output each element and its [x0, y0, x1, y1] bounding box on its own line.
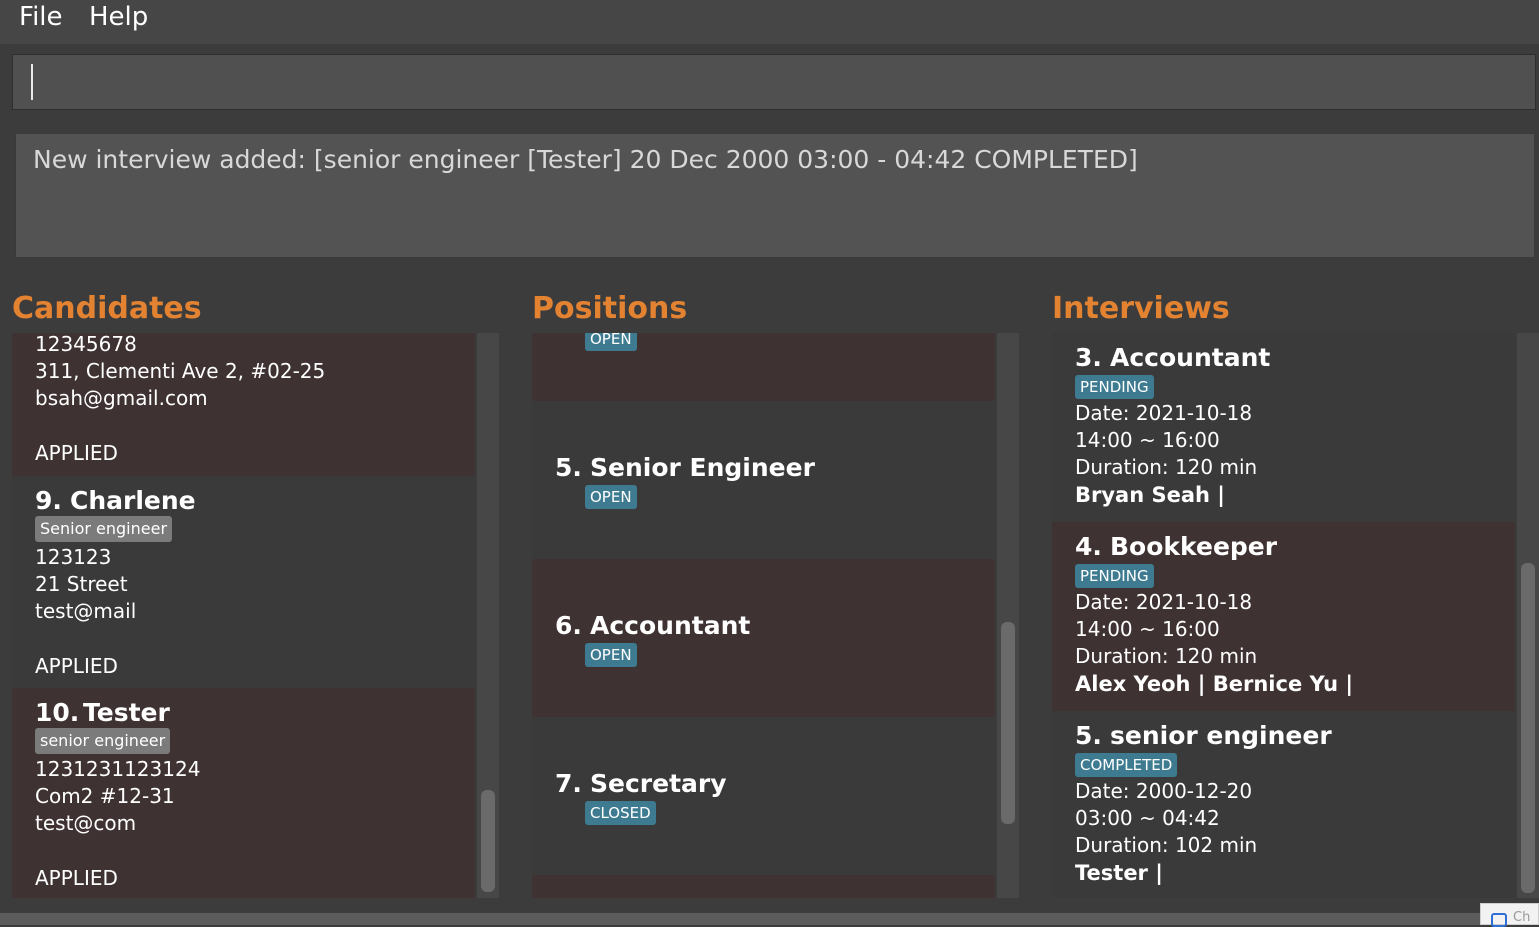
position-index: 6. — [555, 611, 582, 640]
candidate-email: bsah@gmail.com — [35, 386, 208, 410]
interview-candidates: Tester | — [1075, 861, 1163, 885]
candidates-scrollbar[interactable] — [477, 333, 499, 898]
interview-candidates: Alex Yeoh | Bernice Yu | — [1075, 672, 1354, 696]
interview-duration: Duration: 120 min — [1075, 644, 1258, 668]
positions-scroll-thumb[interactable] — [1001, 622, 1015, 824]
position-status: OPEN — [585, 333, 637, 351]
candidate-index: 9. — [35, 486, 62, 515]
interview-status: PENDING — [1075, 564, 1154, 588]
result-display: New interview added: [senior engineer [T… — [15, 133, 1535, 258]
positions-scrollbar[interactable] — [997, 333, 1019, 898]
candidate-status: APPLIED — [35, 441, 118, 465]
interview-title: Accountant — [1110, 343, 1271, 372]
candidate-name: Charlene — [70, 486, 196, 515]
positions-title: Positions — [532, 291, 688, 326]
interviews-title: Interviews — [1052, 291, 1230, 326]
interview-card[interactable]: 3. Accountant PENDING Date: 2021-10-18 1… — [1052, 333, 1515, 522]
interview-time: 14:00 ~ 16:00 — [1075, 428, 1220, 452]
candidate-address: Com2 #12-31 — [35, 784, 175, 808]
position-card[interactable]: 6. Accountant OPEN — [532, 559, 995, 717]
interview-index: 3. — [1075, 343, 1102, 372]
candidates-list[interactable]: 12345678 311, Clementi Ave 2, #02-25 bsa… — [12, 333, 499, 898]
status-bar — [0, 913, 1539, 925]
position-card[interactable]: OPEN — [532, 333, 995, 401]
interview-time: 03:00 ~ 04:42 — [1075, 806, 1220, 830]
candidate-card[interactable]: 9. Charlene Senior engineer 123123 21 St… — [12, 476, 475, 688]
result-message: New interview added: [senior engineer [T… — [33, 145, 1138, 174]
candidate-email: test@mail — [35, 599, 137, 623]
interview-title: senior engineer — [1110, 721, 1332, 750]
interviews-scrollbar[interactable] — [1517, 333, 1539, 898]
candidate-phone: 1231231123124 — [35, 757, 201, 781]
command-input[interactable] — [12, 54, 1536, 110]
interview-status: COMPLETED — [1075, 753, 1178, 777]
position-title: Senior Engineer — [590, 453, 815, 482]
interview-title: Bookkeeper — [1110, 532, 1278, 561]
candidate-position-tag: senior engineer — [35, 728, 171, 754]
interview-date: Date: 2000-12-20 — [1075, 779, 1253, 803]
candidate-address: 21 Street — [35, 572, 128, 596]
position-title: Secretary — [590, 769, 727, 798]
position-card[interactable]: 7. Secretary CLOSED — [532, 717, 995, 875]
menu-bar: File Help — [0, 0, 1539, 44]
interview-duration: Duration: 120 min — [1075, 455, 1258, 479]
text-cursor — [31, 64, 33, 100]
interview-duration: Duration: 102 min — [1075, 833, 1258, 857]
candidate-name: Tester — [83, 698, 170, 727]
candidate-address: 311, Clementi Ave 2, #02-25 — [35, 359, 326, 383]
candidate-status: APPLIED — [35, 866, 118, 890]
interview-card[interactable]: 5. senior engineer COMPLETED Date: 2000-… — [1052, 711, 1515, 898]
position-status: OPEN — [585, 485, 637, 509]
interview-card[interactable]: 4. Bookkeeper PENDING Date: 2021-10-18 1… — [1052, 522, 1515, 711]
interview-index: 5. — [1075, 721, 1102, 750]
taskbar-popup[interactable]: Ch — [1480, 903, 1539, 927]
interview-date: Date: 2021-10-18 — [1075, 401, 1253, 425]
position-title: Accountant — [590, 611, 751, 640]
interview-date: Date: 2021-10-18 — [1075, 590, 1253, 614]
candidate-phone: 12345678 — [35, 333, 137, 356]
candidate-status: APPLIED — [35, 654, 118, 678]
interview-candidates: Bryan Seah | — [1075, 483, 1225, 507]
menu-file[interactable]: File — [19, 2, 63, 32]
interviews-scroll-thumb[interactable] — [1521, 563, 1535, 893]
candidates-title: Candidates — [12, 291, 202, 326]
interviews-list[interactable]: 3. Accountant PENDING Date: 2021-10-18 1… — [1052, 333, 1539, 898]
interview-status: PENDING — [1075, 375, 1154, 399]
candidates-scroll-thumb[interactable] — [481, 790, 495, 892]
candidate-phone: 123123 — [35, 545, 112, 569]
interview-index: 4. — [1075, 532, 1102, 561]
position-card[interactable]: 5. Senior Engineer OPEN — [532, 401, 995, 559]
position-index: 5. — [555, 453, 582, 482]
position-status: OPEN — [585, 643, 637, 667]
candidate-card[interactable]: 12345678 311, Clementi Ave 2, #02-25 bsa… — [12, 333, 475, 476]
menu-help[interactable]: Help — [89, 2, 148, 32]
position-card[interactable] — [532, 875, 995, 898]
candidate-card[interactable]: 10. Tester senior engineer 1231231123124… — [12, 688, 475, 898]
position-index: 7. — [555, 769, 582, 798]
positions-list[interactable]: OPEN 5. Senior Engineer OPEN 6. Accounta… — [532, 333, 1019, 898]
position-status: CLOSED — [585, 801, 656, 825]
candidate-email: test@com — [35, 811, 137, 835]
interview-time: 14:00 ~ 16:00 — [1075, 617, 1220, 641]
candidate-position-tag: Senior engineer — [35, 516, 173, 542]
candidate-index: 10. — [35, 698, 80, 727]
taskbar-popup-label: Ch — [1513, 910, 1531, 925]
